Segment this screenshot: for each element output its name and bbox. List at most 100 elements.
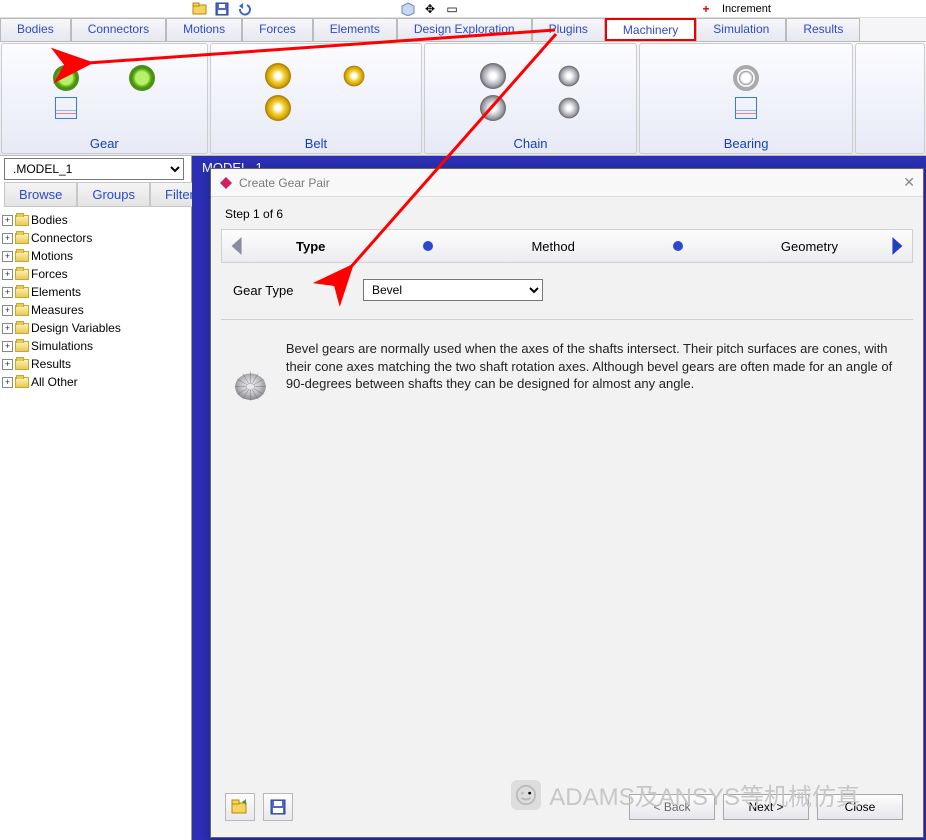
folder-icon: [15, 233, 29, 244]
gear-description-block: Bevel gears are normally used when the a…: [221, 336, 913, 436]
watermark-icon: [511, 780, 541, 810]
tree-item[interactable]: +Bodies: [2, 211, 191, 229]
folder-icon: [15, 287, 29, 298]
tab-design-exploration[interactable]: Design Exploration: [397, 18, 532, 41]
cube-icon[interactable]: [398, 2, 418, 16]
wizard-step-geometry[interactable]: Geometry: [781, 239, 838, 254]
tab-machinery[interactable]: Machinery: [605, 18, 696, 41]
tab-connectors[interactable]: Connectors: [71, 18, 166, 41]
tree-item[interactable]: +Elements: [2, 283, 191, 301]
sprocket-icon-3[interactable]: [558, 98, 579, 119]
ribbon-label-bearing: Bearing: [724, 136, 769, 151]
folder-icon: [15, 215, 29, 226]
expand-icon[interactable]: +: [2, 359, 13, 370]
expand-icon[interactable]: +: [2, 251, 13, 262]
tree-item[interactable]: +Motions: [2, 247, 191, 265]
watermark: ADAMS及ANSYS等机械仿真: [511, 777, 860, 812]
expand-icon[interactable]: +: [2, 269, 13, 280]
tree-item[interactable]: +Simulations: [2, 337, 191, 355]
gear-type-label: Gear Type: [233, 283, 343, 298]
ribbon-label-belt: Belt: [305, 136, 327, 151]
undo-icon[interactable]: [234, 2, 254, 16]
folder-icon: [15, 305, 29, 316]
tree-item[interactable]: +Measures: [2, 301, 191, 319]
tab-bodies[interactable]: Bodies: [0, 18, 71, 41]
tab-elements[interactable]: Elements: [313, 18, 397, 41]
wizard-nav: Type Method Geometry: [221, 229, 913, 263]
dialog-titlebar[interactable]: Create Gear Pair ✕: [211, 169, 923, 197]
wizard-dot-icon: [673, 241, 683, 251]
select-icon[interactable]: ▭: [442, 2, 462, 16]
app-icon: [219, 176, 233, 190]
move-icon[interactable]: ✥: [420, 2, 440, 16]
tab-results[interactable]: Results: [786, 18, 860, 41]
tab-plugins[interactable]: Plugins: [532, 18, 605, 41]
tree-item[interactable]: +Design Variables: [2, 319, 191, 337]
load-settings-button[interactable]: [225, 793, 255, 821]
tab-forces[interactable]: Forces: [242, 18, 313, 41]
gear-green-icon[interactable]: [53, 65, 79, 91]
model-browser: .MODEL_1 Browse Groups Filters +Bodies +…: [0, 156, 192, 840]
sprocket-small-icon[interactable]: [558, 66, 579, 87]
folder-icon: [15, 323, 29, 334]
expand-icon[interactable]: +: [2, 323, 13, 334]
folder-icon: [15, 377, 29, 388]
folder-icon: [15, 269, 29, 280]
tree-item[interactable]: +Forces: [2, 265, 191, 283]
expand-icon[interactable]: +: [2, 341, 13, 352]
tree-item[interactable]: +All Other: [2, 373, 191, 391]
browser-tab-groups[interactable]: Groups: [77, 182, 150, 207]
wizard-step-indicator: Step 1 of 6: [225, 207, 913, 221]
ribbon-group-bearing[interactable]: Bearing: [639, 43, 854, 154]
tab-motions[interactable]: Motions: [166, 18, 242, 41]
increment-label: Increment: [718, 3, 775, 15]
ribbon-group-belt[interactable]: Belt: [210, 43, 423, 154]
expand-icon[interactable]: +: [2, 377, 13, 388]
pulley-icon-2[interactable]: [265, 95, 291, 121]
save-icon[interactable]: [212, 2, 232, 16]
save-settings-button[interactable]: [263, 793, 293, 821]
bevel-gear-icon: [233, 340, 268, 432]
tree-item[interactable]: +Connectors: [2, 229, 191, 247]
gear-description-text: Bevel gears are normally used when the a…: [286, 340, 901, 432]
dialog-title-text: Create Gear Pair: [239, 176, 330, 190]
model-select[interactable]: .MODEL_1: [4, 158, 184, 180]
watermark-text: ADAMS及ANSYS等机械仿真: [549, 777, 860, 812]
expand-icon[interactable]: +: [2, 305, 13, 316]
expand-icon[interactable]: +: [2, 215, 13, 226]
wizard-step-method[interactable]: Method: [531, 239, 574, 254]
wizard-next-button[interactable]: [884, 232, 912, 260]
pulley-icon[interactable]: [265, 63, 291, 89]
wizard-dot-icon: [423, 241, 433, 251]
ribbon-group-extra[interactable]: [855, 43, 925, 154]
sprocket-icon-2[interactable]: [480, 95, 506, 121]
bearing-chart-icon[interactable]: [735, 97, 757, 119]
quick-access-bar: ✥ ▭ + Increment: [0, 0, 926, 18]
gear-chart-icon[interactable]: [55, 97, 77, 119]
gear-green-icon-2[interactable]: [129, 65, 155, 91]
folder-icon: [15, 251, 29, 262]
bearing-icon[interactable]: [733, 65, 759, 91]
close-icon[interactable]: ✕: [903, 174, 915, 191]
tree-item[interactable]: +Results: [2, 355, 191, 373]
divider: [221, 319, 913, 320]
gear-type-select[interactable]: Bevel: [363, 279, 543, 301]
tab-simulation[interactable]: Simulation: [696, 18, 786, 41]
ribbon-group-chain[interactable]: Chain: [424, 43, 637, 154]
increment-plus-icon[interactable]: +: [696, 2, 716, 16]
ribbon-label-gear: Gear: [90, 136, 119, 151]
browser-tab-browse[interactable]: Browse: [4, 182, 77, 207]
sprocket-icon[interactable]: [480, 63, 506, 89]
model-tree: +Bodies +Connectors +Motions +Forces +El…: [0, 207, 191, 391]
browser-tabs: Browse Groups Filters: [0, 182, 191, 207]
ribbon: Gear Belt Chain Bearing: [0, 42, 926, 156]
expand-icon[interactable]: +: [2, 233, 13, 244]
expand-icon[interactable]: +: [2, 287, 13, 298]
wizard-step-type[interactable]: Type: [296, 239, 325, 254]
folder-icon: [15, 341, 29, 352]
ribbon-group-gear[interactable]: Gear: [1, 43, 208, 154]
ribbon-label-chain: Chain: [514, 136, 548, 151]
open-icon[interactable]: [190, 2, 210, 16]
wizard-prev-button[interactable]: [222, 232, 250, 260]
pulley-small-icon[interactable]: [344, 66, 365, 87]
